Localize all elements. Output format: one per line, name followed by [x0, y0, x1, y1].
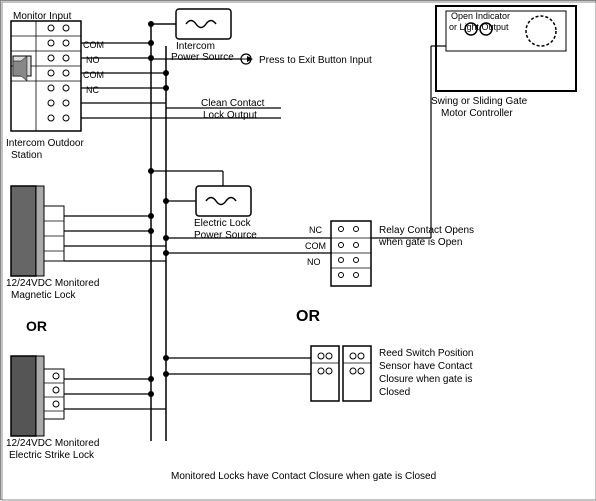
svg-text:Closed: Closed: [379, 387, 410, 398]
svg-text:Station: Station: [11, 150, 42, 161]
or-label-2: OR: [26, 318, 47, 334]
svg-text:Power Source: Power Source: [194, 230, 257, 241]
svg-text:COM: COM: [83, 40, 104, 50]
svg-text:Magnetic Lock: Magnetic Lock: [11, 290, 76, 301]
svg-text:Electric Lock: Electric Lock: [194, 218, 252, 229]
wiring-diagram: Monitor Input Intercom Outdoor Station C…: [0, 0, 596, 500]
svg-text:Motor Controller: Motor Controller: [441, 108, 513, 119]
svg-text:NO: NO: [86, 55, 100, 65]
svg-text:Lock Output: Lock Output: [203, 110, 257, 121]
svg-text:Power Source: Power Source: [171, 52, 234, 63]
svg-text:Sensor have Contact: Sensor have Contact: [379, 361, 473, 372]
svg-text:Relay Contact Opens: Relay Contact Opens: [379, 225, 474, 236]
svg-text:NC: NC: [86, 85, 99, 95]
svg-text:Closure when gate is: Closure when gate is: [379, 374, 472, 385]
svg-text:when gate is Open: when gate is Open: [378, 237, 462, 248]
svg-text:COM: COM: [305, 241, 326, 251]
bottom-label: Monitored Locks have Contact Closure whe…: [171, 471, 436, 482]
or-label-1: OR: [296, 308, 320, 325]
svg-text:Clean Contact: Clean Contact: [201, 98, 265, 109]
svg-text:12/24VDC Monitored: 12/24VDC Monitored: [6, 278, 99, 289]
svg-text:NC: NC: [309, 225, 322, 235]
svg-text:or Light Output: or Light Output: [449, 22, 509, 32]
svg-text:NO: NO: [307, 257, 321, 267]
svg-text:Open Indicator: Open Indicator: [451, 11, 510, 21]
svg-text:Electric Strike Lock: Electric Strike Lock: [9, 450, 95, 461]
svg-text:12/24VDC Monitored: 12/24VDC Monitored: [6, 438, 99, 449]
svg-text:COM: COM: [83, 70, 104, 80]
monitor-input-label: Monitor Input: [13, 11, 72, 22]
svg-text:Swing or Sliding Gate: Swing or Sliding Gate: [431, 96, 528, 107]
intercom-outdoor-label: Intercom Outdoor: [6, 138, 84, 149]
svg-text:Press to Exit Button Input: Press to Exit Button Input: [259, 55, 372, 66]
svg-text:Reed Switch Position: Reed Switch Position: [379, 348, 474, 359]
svg-text:Intercom: Intercom: [176, 41, 215, 52]
